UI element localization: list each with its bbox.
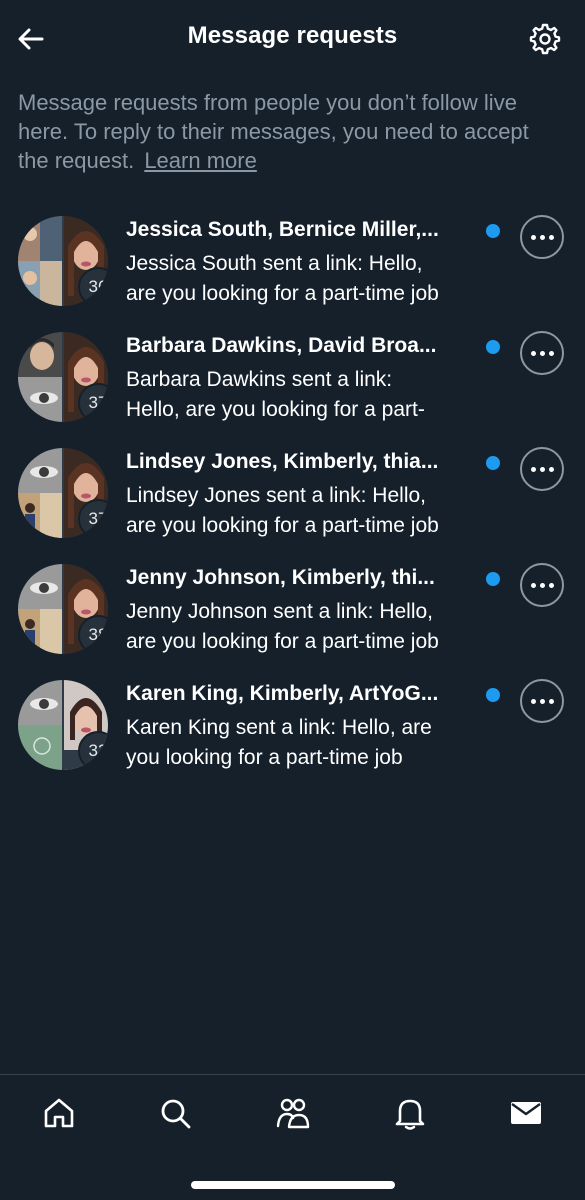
nav-notifications-button[interactable] (390, 1093, 430, 1133)
home-indicator[interactable] (191, 1181, 395, 1189)
message-preview: Jessica South sent a link: Hello, are yo… (126, 249, 506, 309)
communities-icon (276, 1098, 310, 1129)
member-count-badge: 37 (78, 383, 108, 422)
ellipsis-dot-icon (539, 350, 545, 356)
ellipsis-dot-icon (539, 582, 545, 588)
group-avatar: 37 (18, 448, 108, 538)
participant-names: Jenny Johnson, Kimberly, thi... (126, 566, 435, 589)
nav-search-button[interactable] (155, 1093, 195, 1133)
unread-dot-icon (486, 572, 500, 586)
participant-names: Barbara Dawkins, David Broa... (126, 334, 437, 357)
message-preview-line: are you looking for a part-time job (126, 514, 439, 537)
message-request-row[interactable]: 37 Lindsey Jones, Kimberly, thia... Lind… (0, 442, 585, 558)
message-request-row[interactable]: 38 Jenny Johnson, Kimberly, thi... Jenny… (0, 558, 585, 674)
participant-names: Jessica South, Bernice Miller,... (126, 218, 439, 241)
ellipsis-dot-icon (539, 234, 545, 240)
message-preview-line: are you looking for a part-time job (126, 282, 439, 305)
more-options-button[interactable] (520, 679, 564, 723)
message-preview: Lindsey Jones sent a link: Hello, are yo… (126, 481, 506, 541)
unread-dot-icon (486, 224, 500, 238)
group-avatar: 33 (18, 680, 108, 770)
learn-more-link[interactable]: Learn more (144, 148, 257, 173)
more-options-button[interactable] (520, 331, 564, 375)
group-avatar: 38 (18, 564, 108, 654)
gear-icon (529, 23, 561, 55)
member-count-badge: 33 (78, 731, 108, 770)
avatar-collage-image (18, 448, 62, 538)
home-icon (44, 1098, 74, 1128)
unread-dot-icon (486, 456, 500, 470)
avatar-collage-image (18, 564, 62, 654)
message-preview-line: Lindsey Jones sent a link: Hello, (126, 484, 426, 507)
ellipsis-dot-icon (539, 698, 545, 704)
participant-names: Karen King, Kimberly, ArtYoG... (126, 682, 439, 705)
message-preview-line: Jenny Johnson sent a link: Hello, (126, 600, 434, 623)
settings-button[interactable] (527, 21, 563, 57)
message-request-row[interactable]: 33 Karen King, Kimberly, ArtYoG... Karen… (0, 674, 585, 790)
header: Message requests (0, 0, 585, 78)
message-request-row[interactable]: 37 Barbara Dawkins, David Broa... Barbar… (0, 326, 585, 442)
messages-icon (511, 1102, 541, 1124)
message-preview: Barbara Dawkins sent a link: Hello, are … (126, 365, 506, 425)
message-preview-line: Jessica South sent a link: Hello, (126, 252, 423, 275)
ellipsis-dot-icon (548, 466, 554, 472)
message-preview-line: Barbara Dawkins sent a link: (126, 368, 393, 391)
ellipsis-dot-icon (530, 234, 536, 240)
more-options-button[interactable] (520, 215, 564, 259)
member-count-badge: 37 (78, 499, 108, 538)
group-avatar: 36 (18, 216, 108, 306)
message-request-row[interactable]: 36 Jessica South, Bernice Miller,... Jes… (0, 210, 585, 326)
avatar-collage-image (18, 680, 62, 770)
message-preview-line: Karen King sent a link: Hello, are (126, 716, 432, 739)
member-count-badge: 36 (78, 267, 108, 306)
ellipsis-dot-icon (548, 234, 554, 240)
notifications-icon (395, 1099, 425, 1130)
nav-messages-button[interactable] (506, 1093, 546, 1133)
ellipsis-dot-icon (530, 466, 536, 472)
intro-text: Message requests from people you don’t f… (18, 88, 558, 175)
search-icon (161, 1099, 191, 1129)
message-preview-line: you looking for a part-time job (126, 746, 403, 769)
nav-communities-button[interactable] (273, 1093, 313, 1133)
message-preview-line: Hello, are you looking for a part- (126, 398, 425, 421)
more-options-button[interactable] (520, 563, 564, 607)
ellipsis-dot-icon (530, 582, 536, 588)
ellipsis-dot-icon (530, 698, 536, 704)
participant-names: Lindsey Jones, Kimberly, thia... (126, 450, 439, 473)
ellipsis-dot-icon (548, 350, 554, 356)
message-preview: Karen King sent a link: Hello, are you l… (126, 713, 506, 773)
ellipsis-dot-icon (530, 350, 536, 356)
message-preview-line: are you looking for a part-time job (126, 630, 439, 653)
group-avatar: 37 (18, 332, 108, 422)
unread-dot-icon (486, 340, 500, 354)
avatar-collage-image (18, 216, 62, 306)
message-request-list: 36 Jessica South, Bernice Miller,... Jes… (0, 210, 585, 790)
page-title: Message requests (187, 22, 398, 49)
unread-dot-icon (486, 688, 500, 702)
nav-home-button[interactable] (39, 1093, 79, 1133)
intro-description: Message requests from people you don’t f… (18, 90, 529, 173)
ellipsis-dot-icon (539, 466, 545, 472)
avatar-collage-image (18, 332, 62, 422)
more-options-button[interactable] (520, 447, 564, 491)
ellipsis-dot-icon (548, 698, 554, 704)
ellipsis-dot-icon (548, 582, 554, 588)
member-count-badge: 38 (78, 615, 108, 654)
message-preview: Jenny Johnson sent a link: Hello, are yo… (126, 597, 506, 657)
